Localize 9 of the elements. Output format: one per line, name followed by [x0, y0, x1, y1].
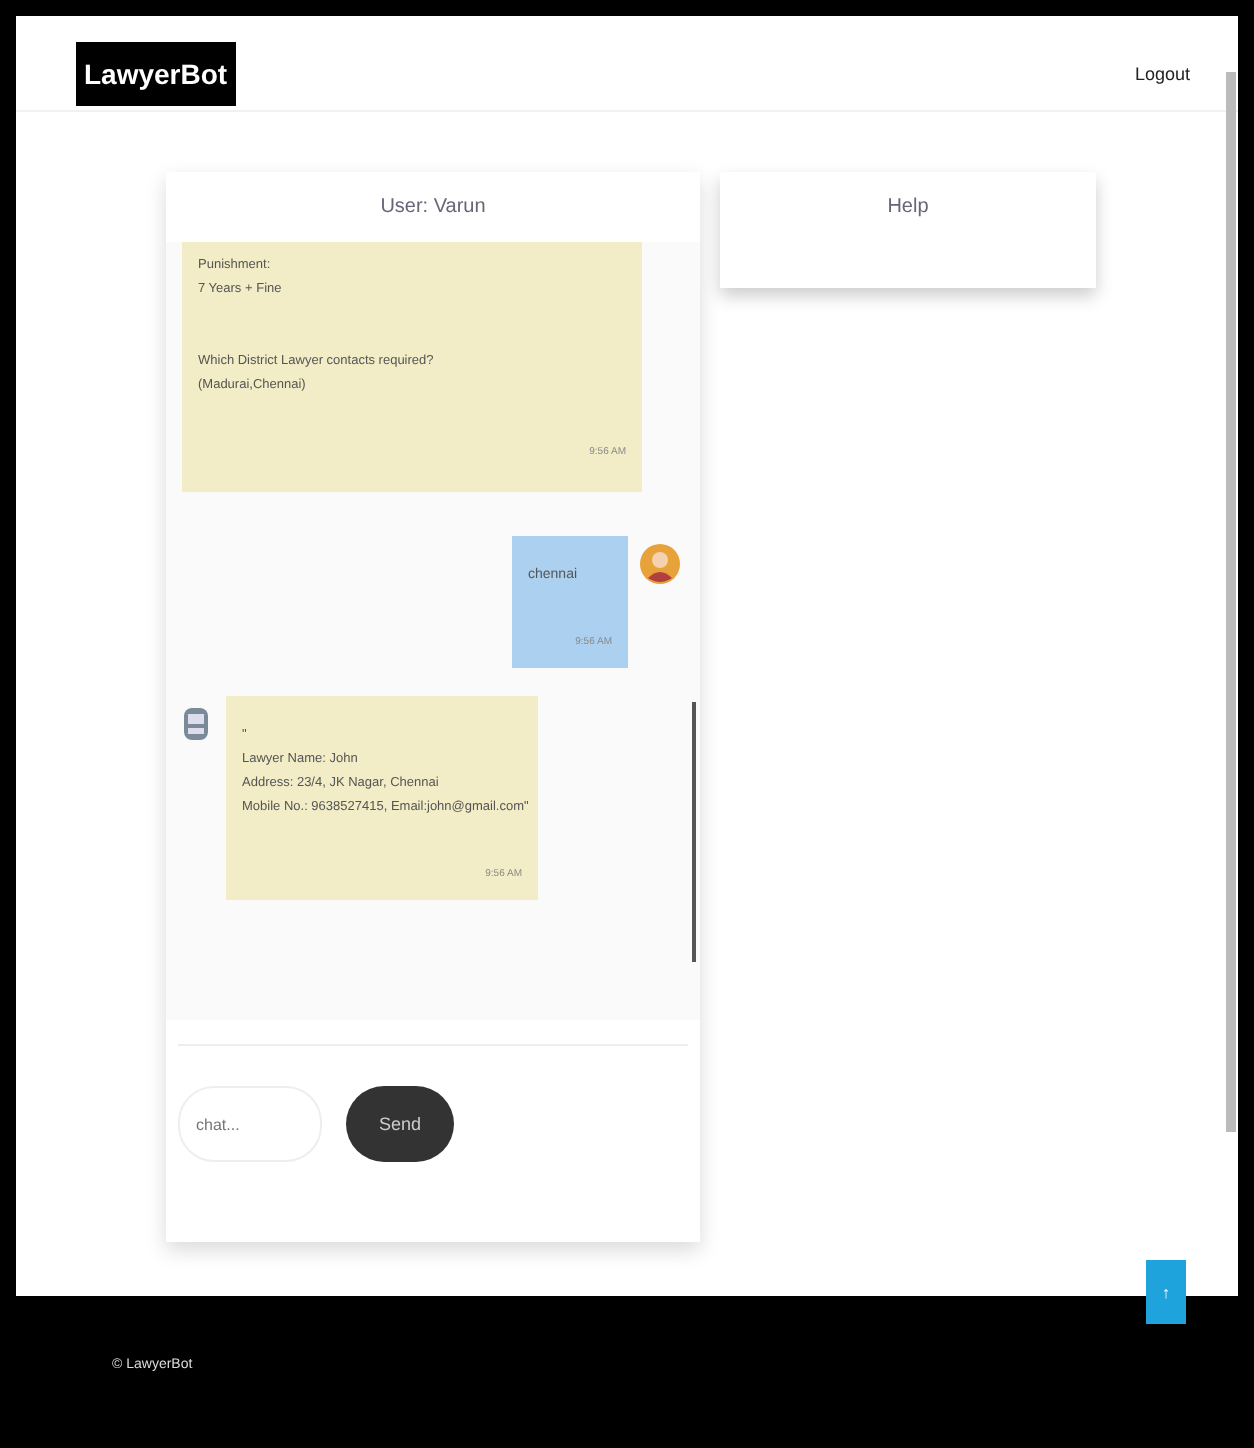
user-avatar-icon: [640, 544, 680, 584]
chat-input[interactable]: chat...: [178, 1086, 322, 1162]
logo[interactable]: LawyerBot: [76, 41, 236, 105]
logout-link[interactable]: Logout: [1134, 63, 1190, 83]
page-scrollbar[interactable]: [1226, 72, 1236, 1132]
chat-title: User: Varun: [378, 194, 488, 222]
help-title: Help: [885, 194, 931, 222]
robot-icon: [182, 704, 210, 744]
send-button[interactable]: Send: [346, 1086, 454, 1162]
